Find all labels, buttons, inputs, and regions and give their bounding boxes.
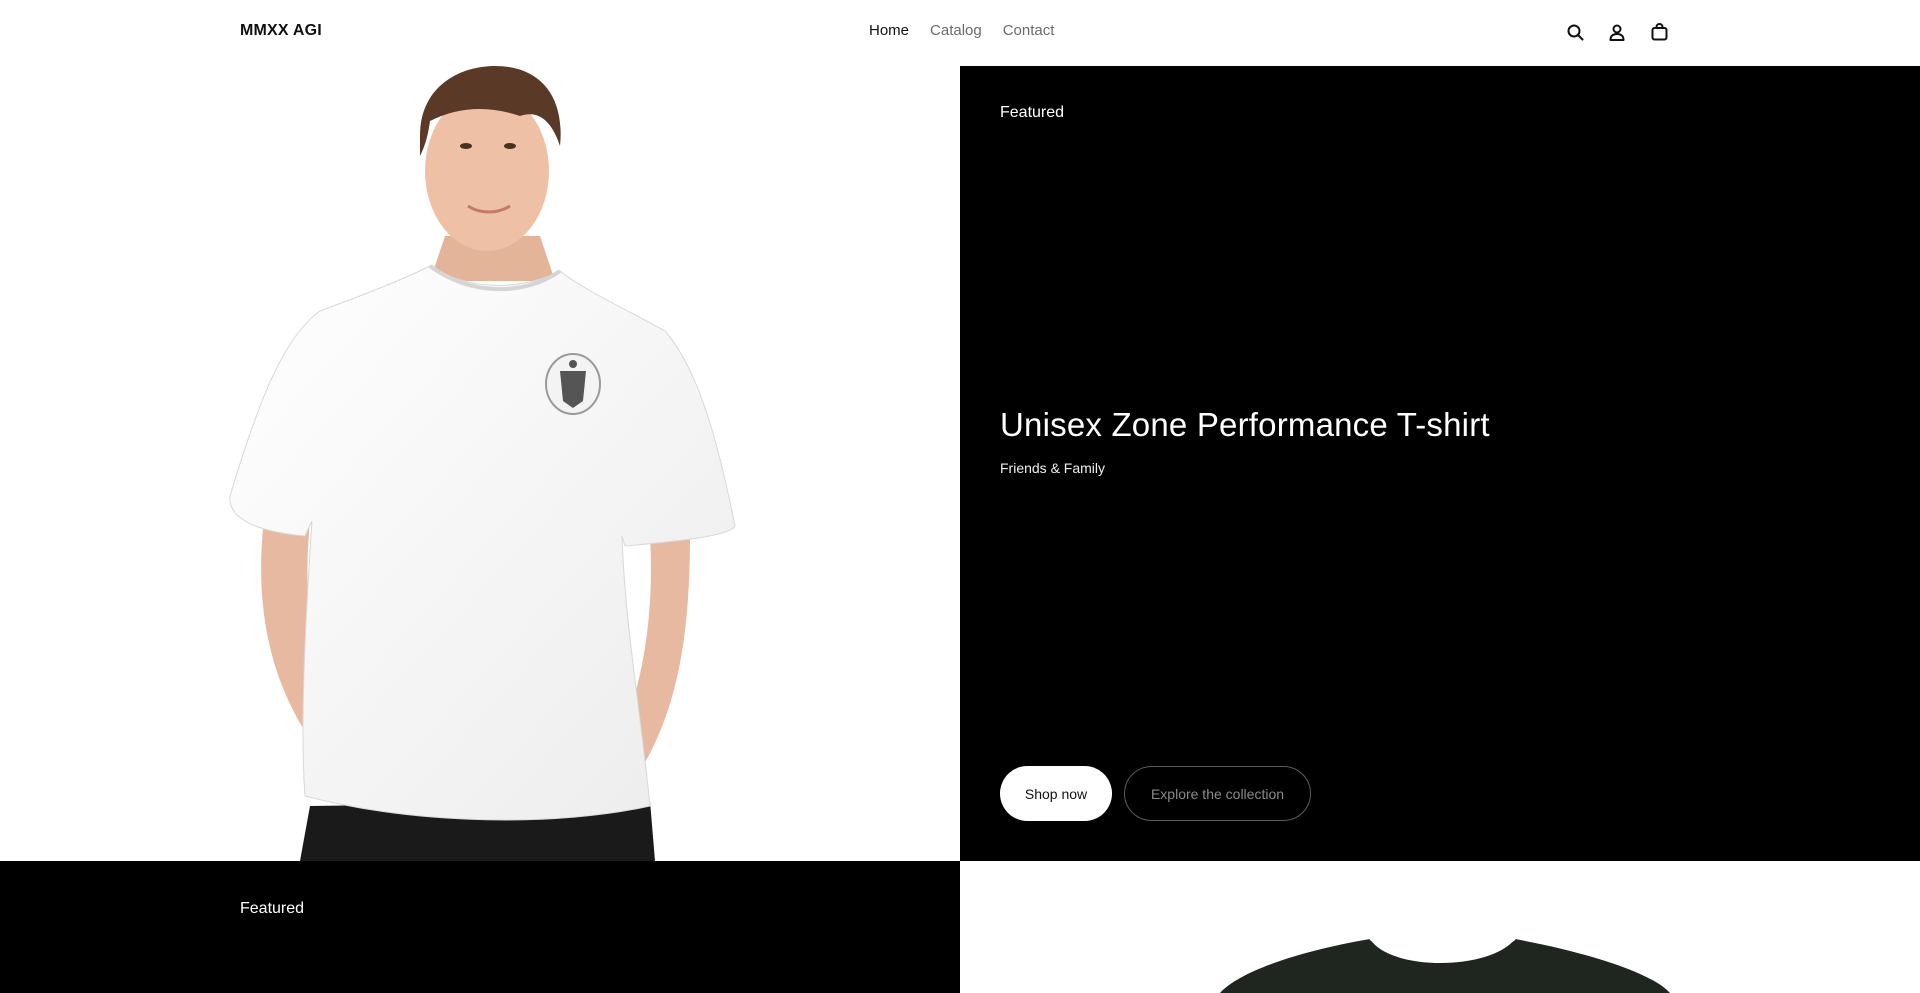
hero-subtitle: Friends & Family (1000, 460, 1106, 476)
shop-now-button[interactable]: Shop now (1000, 766, 1112, 821)
nav-contact-link[interactable]: Contact (1003, 22, 1055, 39)
featured-product-image-2 (960, 861, 1920, 993)
explore-collection-button[interactable]: Explore the collection (1124, 766, 1311, 821)
nav-home-link[interactable]: Home (869, 22, 909, 39)
dark-tshirt-illustration (1220, 938, 1670, 993)
hero-panel: Featured Unisex Zone Performance T-shirt… (960, 66, 1920, 861)
hero-title: Unisex Zone Performance T-shirt (1000, 406, 1490, 443)
header-actions (1565, 21, 1669, 43)
crest-emblem (545, 353, 601, 415)
cart-icon[interactable] (1649, 21, 1669, 43)
nav-catalog-link[interactable]: Catalog (930, 22, 982, 39)
main-nav: Home Catalog Contact (869, 22, 1054, 39)
featured-panel-2: Featured (0, 861, 960, 993)
site-logo[interactable]: MMXX AGI (240, 22, 322, 40)
tshirt-model-illustration (229, 66, 736, 861)
site-header: MMXX AGI Home Catalog Contact (0, 0, 1920, 66)
featured-eyebrow-2: Featured (240, 900, 305, 917)
search-icon[interactable] (1565, 21, 1585, 43)
hero-product-image (0, 66, 960, 861)
hero-eyebrow: Featured (1000, 104, 1065, 121)
account-icon[interactable] (1607, 21, 1627, 43)
